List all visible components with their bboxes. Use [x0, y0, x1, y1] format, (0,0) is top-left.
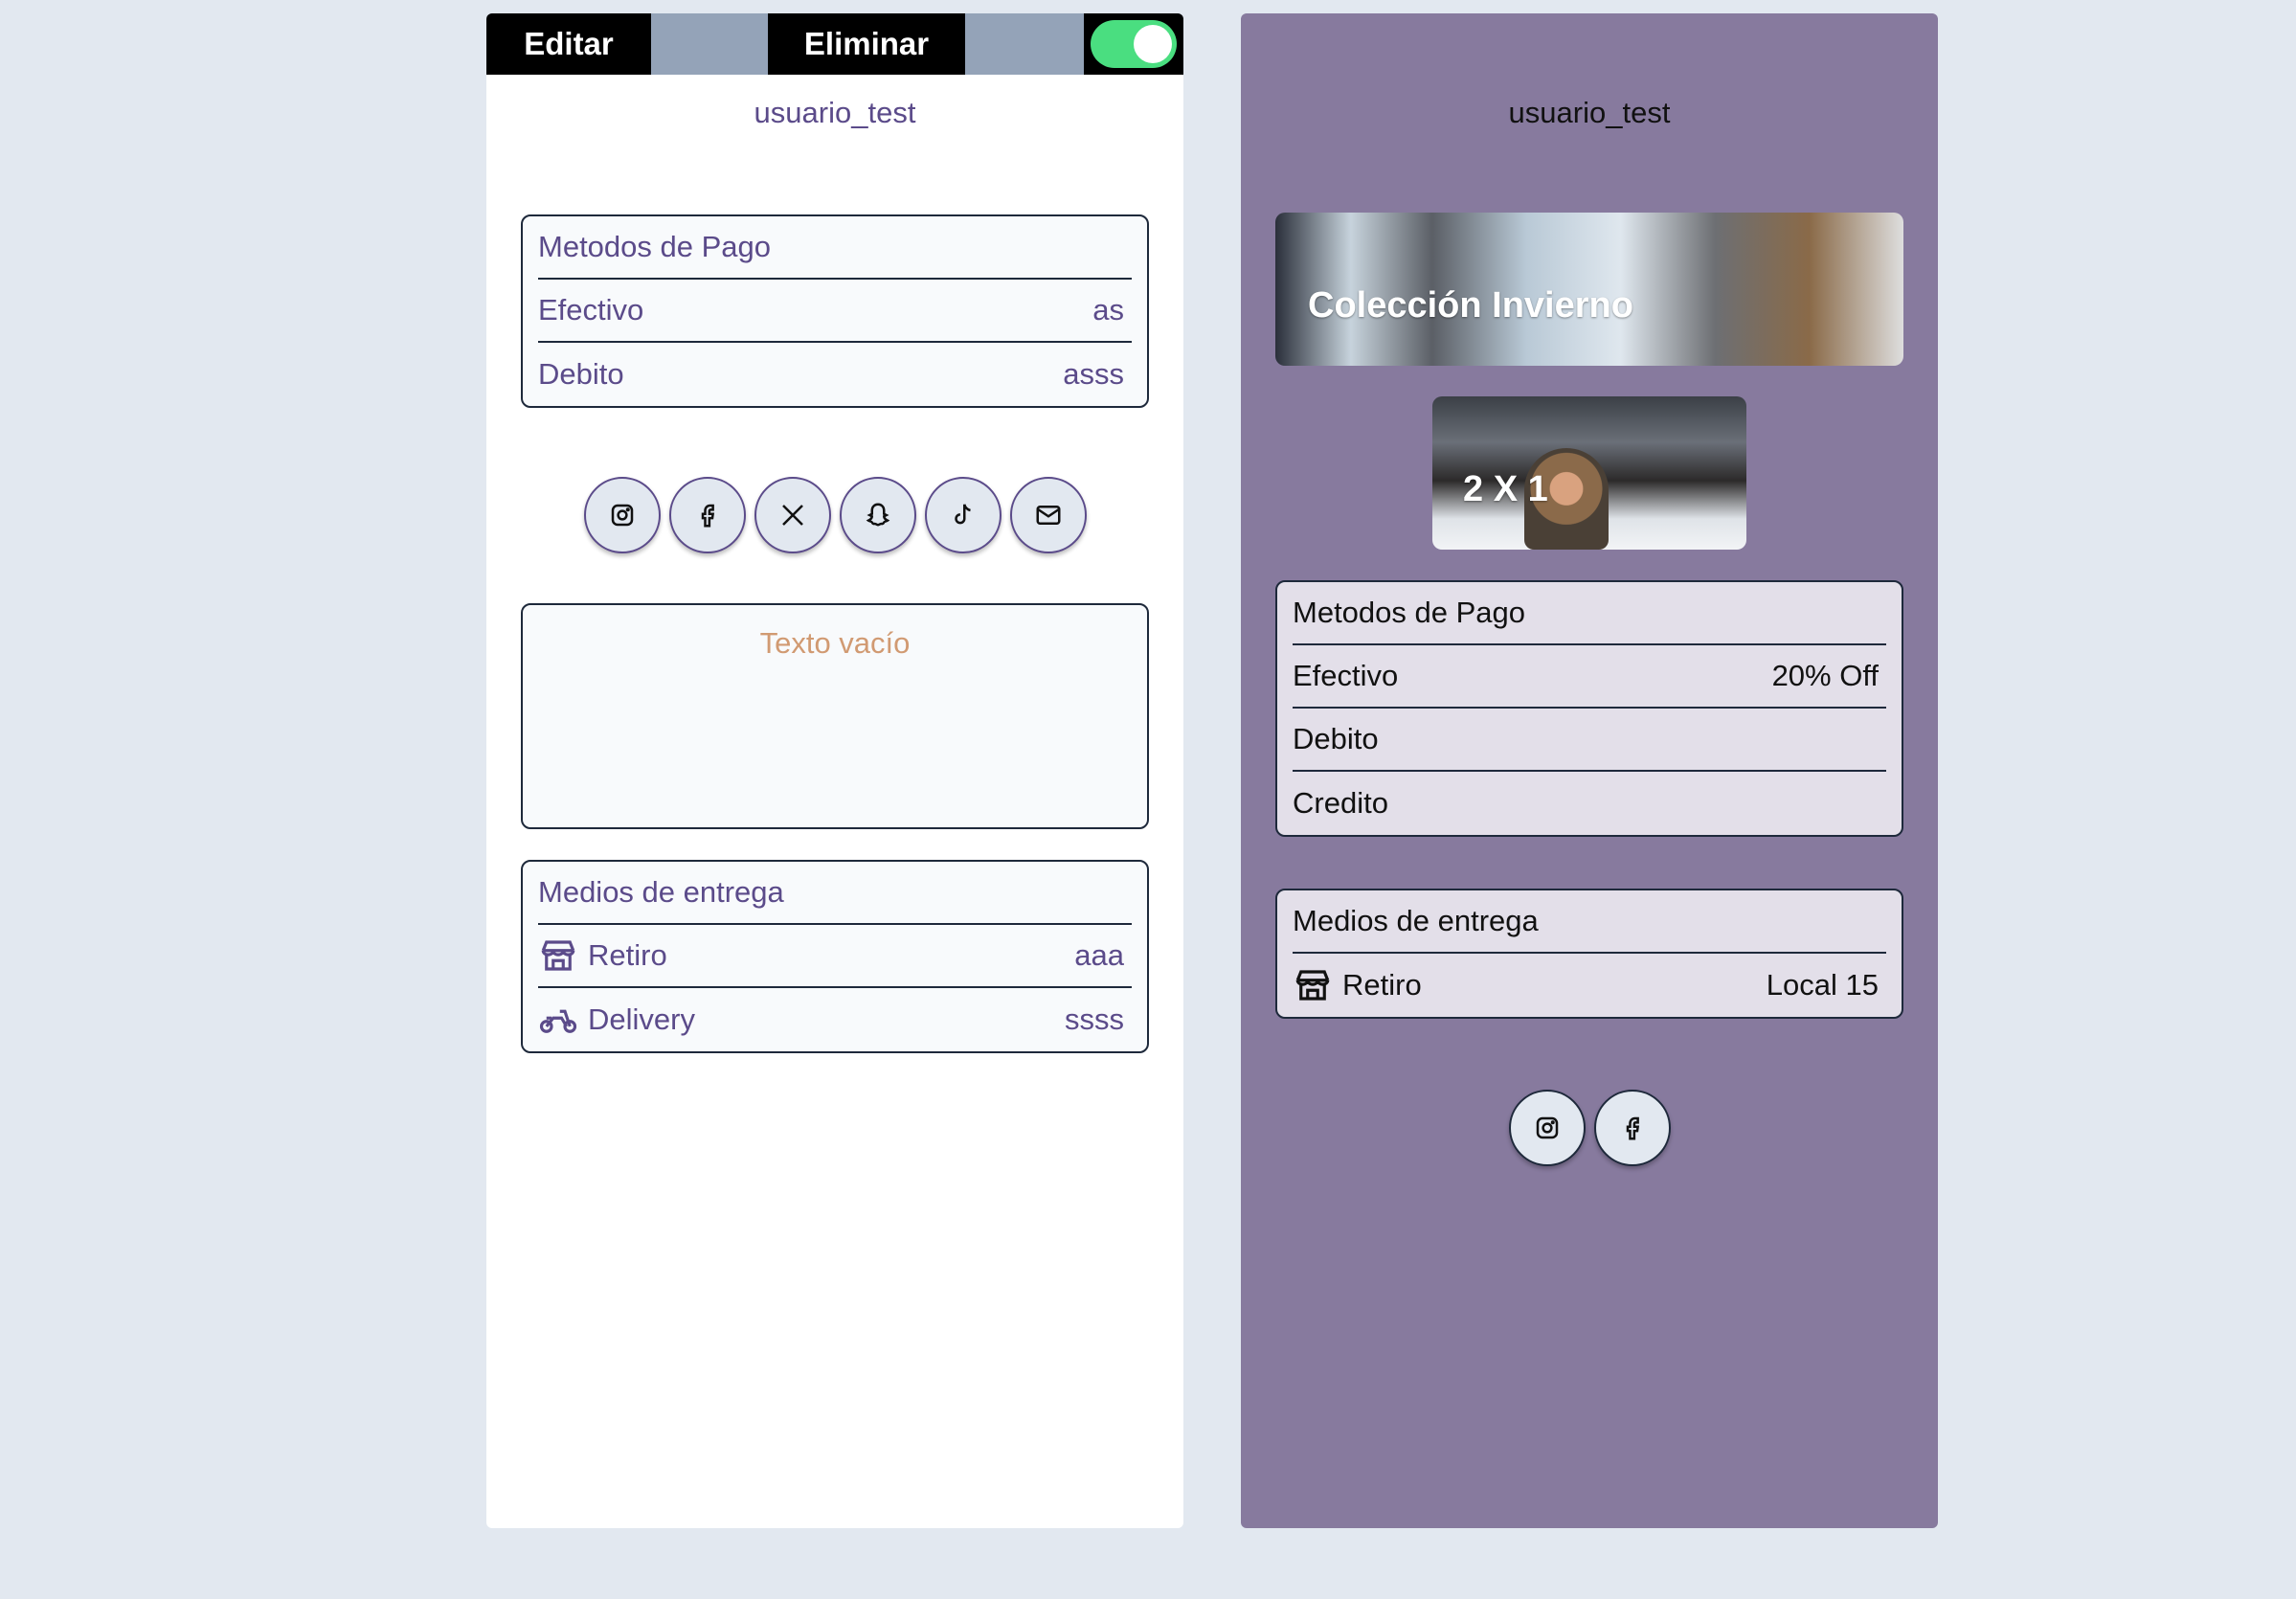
snapchat-button[interactable]	[839, 477, 916, 553]
email-button[interactable]	[1009, 477, 1087, 553]
delivery-methods-title: Medios de entrega	[1293, 890, 1886, 954]
banner-title: 2 X 1	[1463, 469, 1548, 509]
payment-row[interactable]: Debito asss	[538, 343, 1132, 406]
preview-payment-methods-box: Metodos de Pago Efectivo 20% Off Debito …	[1275, 580, 1903, 837]
delivery-value: Local 15	[1766, 968, 1879, 1002]
instagram-button[interactable]	[583, 477, 661, 553]
payment-value: as	[1092, 293, 1124, 327]
preview-username-label: usuario_test	[1508, 96, 1671, 129]
toggle-knob	[1134, 25, 1172, 63]
payment-value: asss	[1063, 357, 1124, 391]
payment-label: Debito	[538, 357, 624, 391]
delivery-methods-box[interactable]: Medios de entrega Retiro aaa Delivery ss…	[521, 860, 1149, 1053]
payment-methods-title: Metodos de Pago	[1293, 582, 1886, 645]
instagram-button[interactable]	[1508, 1090, 1586, 1166]
facebook-icon	[1626, 1116, 1639, 1140]
payment-methods-title-text: Metodos de Pago	[1293, 596, 1526, 629]
store-icon	[1293, 965, 1333, 1005]
delivery-value: ssss	[1065, 1002, 1124, 1036]
banner-promo[interactable]: 2 X 1	[1432, 396, 1746, 550]
tiktok-icon	[954, 504, 971, 525]
delivery-label-group: Retiro	[538, 935, 667, 976]
x-button[interactable]	[754, 477, 831, 553]
mail-icon	[1036, 506, 1060, 525]
preview-social-links	[1241, 1090, 1938, 1166]
delete-button[interactable]: Eliminar	[768, 13, 965, 75]
delivery-methods-title-text: Medios de entrega	[538, 875, 784, 909]
edit-button[interactable]: Editar	[486, 13, 651, 75]
delivery-row[interactable]: Retiro aaa	[538, 925, 1132, 988]
payment-value: 20% Off	[1771, 659, 1879, 692]
delivery-label-group: Retiro	[1293, 965, 1422, 1005]
payment-row: Efectivo 20% Off	[1293, 645, 1886, 709]
banner-title: Colección Invierno	[1308, 285, 1633, 326]
store-icon	[538, 935, 578, 976]
tiktok-button[interactable]	[924, 477, 1002, 553]
preview-card: usuario_test Colección Invierno 2 X 1 Me…	[1241, 13, 1938, 1528]
payment-label: Debito	[1293, 722, 1379, 755]
delivery-row[interactable]: Delivery ssss	[538, 988, 1132, 1051]
facebook-button[interactable]	[668, 477, 746, 553]
facebook-icon	[701, 504, 714, 528]
payment-row[interactable]: Efectivo as	[538, 280, 1132, 343]
delivery-label: Retiro	[1342, 968, 1422, 1002]
delivery-row: Retiro Local 15	[1293, 954, 1886, 1017]
facebook-button[interactable]	[1593, 1090, 1671, 1166]
motorcycle-icon	[538, 1000, 578, 1040]
visibility-toggle-wrapper	[1084, 13, 1183, 75]
delivery-label: Delivery	[588, 1002, 695, 1036]
x-icon	[781, 505, 803, 526]
payment-label: Efectivo	[538, 293, 644, 327]
payment-row: Credito	[1293, 772, 1886, 835]
payment-row: Debito	[1293, 709, 1886, 772]
delivery-methods-title: Medios de entrega	[538, 862, 1132, 925]
delivery-methods-title-text: Medios de entrega	[1293, 904, 1539, 937]
payment-label: Credito	[1293, 786, 1388, 820]
description-textarea[interactable]: Texto vacío	[521, 603, 1149, 829]
description-placeholder: Texto vacío	[759, 626, 911, 660]
snapchat-icon	[866, 503, 889, 527]
payment-methods-box[interactable]: Metodos de Pago Efectivo as Debito asss	[521, 214, 1149, 408]
payment-methods-title: Metodos de Pago	[538, 216, 1132, 280]
preview-delivery-methods-box: Medios de entrega Retiro Local 15	[1275, 889, 1903, 1019]
delivery-label-group: Delivery	[538, 1000, 695, 1040]
editor-card: Editar Eliminar usuario_test Metodos de …	[486, 13, 1183, 1528]
instagram-icon	[1536, 1116, 1558, 1139]
delivery-label: Retiro	[588, 938, 667, 972]
visibility-toggle[interactable]	[1091, 20, 1177, 68]
username-label: usuario_test	[754, 96, 916, 129]
instagram-icon	[611, 504, 633, 527]
banner-coleccion-invierno[interactable]: Colección Invierno	[1275, 213, 1903, 366]
payment-methods-title-text: Metodos de Pago	[538, 230, 772, 263]
editor-toolbar: Editar Eliminar	[486, 13, 1183, 75]
social-links	[486, 477, 1183, 553]
delivery-value: aaa	[1074, 938, 1124, 972]
payment-label: Efectivo	[1293, 659, 1399, 692]
